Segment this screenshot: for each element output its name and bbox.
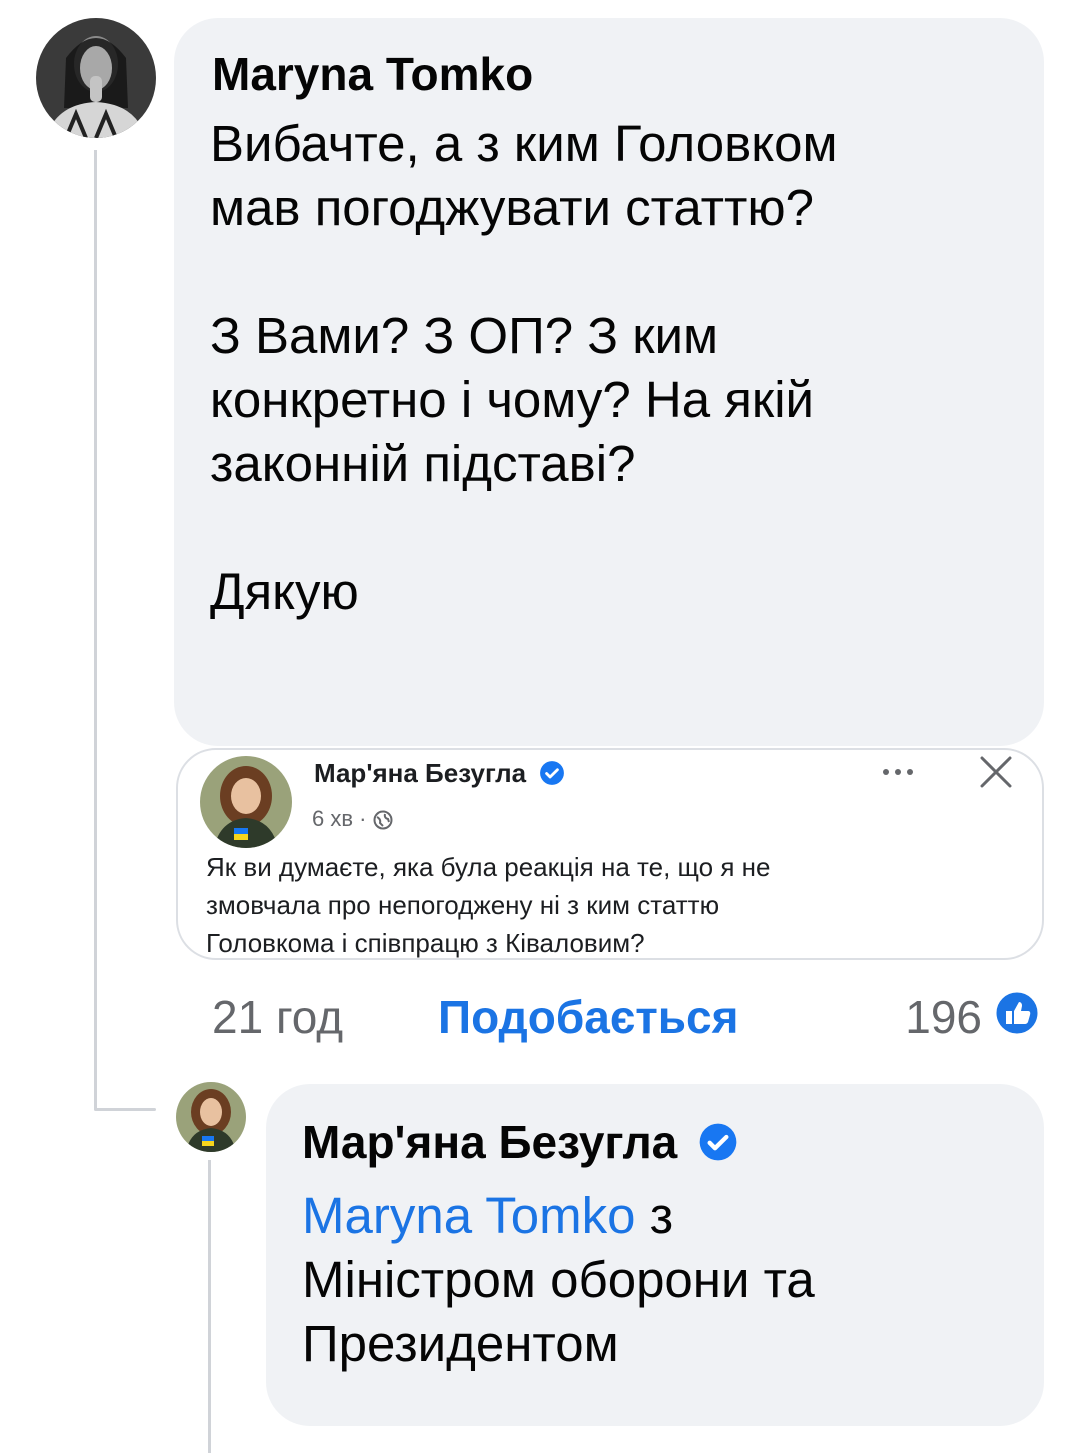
comment-time[interactable]: 21 год [212,990,343,1044]
reply-thread-line [208,1160,211,1453]
comment-actions: 21 год Подобається 196 [212,988,1042,1046]
reaction-count[interactable]: 196 [905,990,982,1044]
thread-line-elbow [94,1108,156,1111]
comment-bubble: Maryna Tomko Вибачте, а з ким Головком м… [174,18,1044,746]
mention-link[interactable]: Maryna Tomko [302,1187,636,1244]
like-icon[interactable] [992,988,1042,1038]
reply-author[interactable]: Мар'яна Безугла [302,1114,738,1170]
like-button[interactable]: Подобається [438,990,738,1044]
shared-post-avatar[interactable] [200,756,292,848]
comment-author[interactable]: Maryna Tomko [212,46,533,102]
thread-line [94,150,97,1110]
close-icon[interactable] [978,754,1014,790]
reply-text: Maryna Tomko з Міністром оборони та През… [302,1184,1032,1376]
more-dots-icon[interactable] [878,762,918,782]
avatar[interactable] [36,18,156,138]
comment-text: Вибачте, а з ким Головком мав погоджуват… [210,115,838,620]
verified-badge-icon [699,1123,737,1161]
globe-icon [373,810,393,830]
shared-post-card[interactable]: Мар'яна Безугла 6 хв · Як ви думаєте, як… [176,748,1044,960]
shared-post-author[interactable]: Мар'яна Безугла [314,758,565,789]
shared-post-text: Як ви думаєте, яка була реакція на те, щ… [206,852,771,958]
reply-bubble: Мар'яна Безугла Maryna Tomko з Міністром… [266,1084,1044,1426]
shared-post-meta: 6 хв · [312,806,393,832]
shared-post-time[interactable]: 6 хв · [312,806,373,831]
verified-badge-icon [540,761,565,786]
reply-avatar[interactable] [176,1082,246,1152]
